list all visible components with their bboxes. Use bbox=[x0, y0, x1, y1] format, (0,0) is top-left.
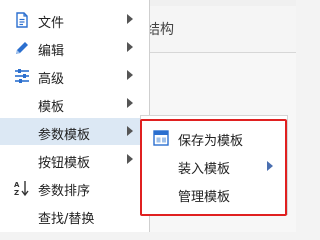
menu-item-edit[interactable]: 编辑 bbox=[0, 34, 149, 61]
menu-item-label: 高级 bbox=[38, 72, 65, 87]
submenu-item-label: 管理模板 bbox=[178, 190, 231, 205]
submenu-item-save-as-template[interactable]: 保存为模板 bbox=[141, 124, 287, 152]
menu-item-template[interactable]: 模板 bbox=[0, 90, 149, 117]
file-icon bbox=[13, 11, 31, 29]
submenu-item-label: 保存为模板 bbox=[178, 134, 244, 149]
menu-item-parameter-template[interactable]: 参数模板 bbox=[0, 118, 149, 145]
menu-item-label: 按钮模板 bbox=[38, 156, 91, 171]
menu-item-button-template[interactable]: 按钮模板 bbox=[0, 146, 149, 173]
submenu-arrow-icon bbox=[127, 14, 133, 24]
submenu-item-load-template[interactable]: 装入模板 bbox=[141, 152, 287, 180]
menu-item-label: 编辑 bbox=[38, 44, 65, 59]
svg-text:A: A bbox=[14, 181, 20, 189]
submenu-item-label: 装入模板 bbox=[178, 162, 231, 177]
menu-item-advanced[interactable]: 高级 bbox=[0, 62, 149, 89]
submenu-arrow-icon bbox=[127, 126, 133, 136]
sliders-icon bbox=[13, 67, 31, 85]
submenu-arrow-icon bbox=[127, 42, 133, 52]
sort-az-icon: A Z bbox=[13, 179, 31, 197]
pencil-icon bbox=[13, 39, 31, 57]
context-menu: 文件 编辑 高级 模板 参数模板 按钮模板 A Z 参数排序 查找/替换 bbox=[0, 0, 150, 232]
menu-item-file[interactable]: 文件 bbox=[0, 6, 149, 33]
menu-item-label: 文件 bbox=[38, 16, 65, 31]
submenu-arrow-icon bbox=[267, 161, 273, 171]
menu-item-label: 模板 bbox=[38, 100, 65, 115]
save-template-icon bbox=[152, 129, 170, 147]
submenu-item-manage-templates[interactable]: 管理模板 bbox=[141, 180, 287, 208]
submenu-arrow-icon bbox=[127, 98, 133, 108]
parameter-template-submenu: 保存为模板 装入模板 管理模板 bbox=[140, 115, 288, 215]
menu-item-parameter-sort[interactable]: A Z 参数排序 bbox=[0, 174, 149, 201]
menu-item-label: 参数模板 bbox=[38, 128, 91, 143]
menu-item-find-replace[interactable]: 查找/替换 bbox=[0, 202, 149, 229]
submenu-arrow-icon bbox=[127, 70, 133, 80]
menu-item-label: 参数排序 bbox=[38, 184, 91, 199]
submenu-arrow-icon bbox=[127, 154, 133, 164]
menu-item-label: 查找/替换 bbox=[38, 212, 95, 227]
svg-text:Z: Z bbox=[14, 189, 19, 197]
background-toolbar-text: 结构 bbox=[146, 22, 174, 38]
